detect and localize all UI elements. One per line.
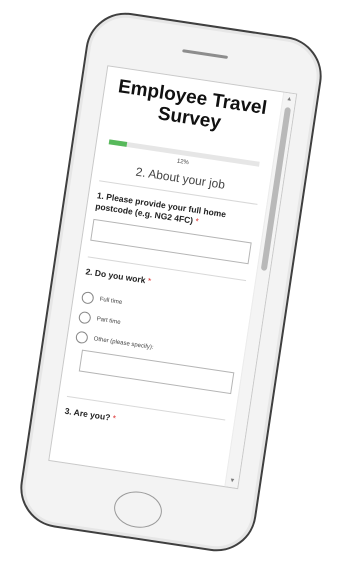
- question-3-text: 3. Are you?: [64, 405, 112, 423]
- progress-bar-fill: [108, 139, 128, 147]
- required-mark: *: [147, 275, 152, 286]
- option-label: Part time: [96, 316, 121, 326]
- option-label: Full time: [99, 296, 123, 306]
- radio-other[interactable]: [75, 330, 89, 345]
- question-2-text: 2. Do you work: [84, 266, 147, 286]
- required-mark: *: [194, 215, 200, 227]
- arrow-up-icon[interactable]: ▲: [282, 93, 296, 107]
- radio-full-time[interactable]: [80, 291, 95, 305]
- required-mark: *: [111, 412, 117, 424]
- phone-mockup: Employee Travel Survey 12% 2. About your…: [14, 7, 328, 557]
- work-options: Full time Part time Other (please specif…: [71, 287, 242, 395]
- option-label: Other (please specify):: [93, 336, 154, 352]
- arrow-down-icon[interactable]: ▼: [225, 474, 239, 488]
- question-3-label: 3. Are you? *: [64, 406, 224, 441]
- radio-part-time[interactable]: [77, 310, 92, 325]
